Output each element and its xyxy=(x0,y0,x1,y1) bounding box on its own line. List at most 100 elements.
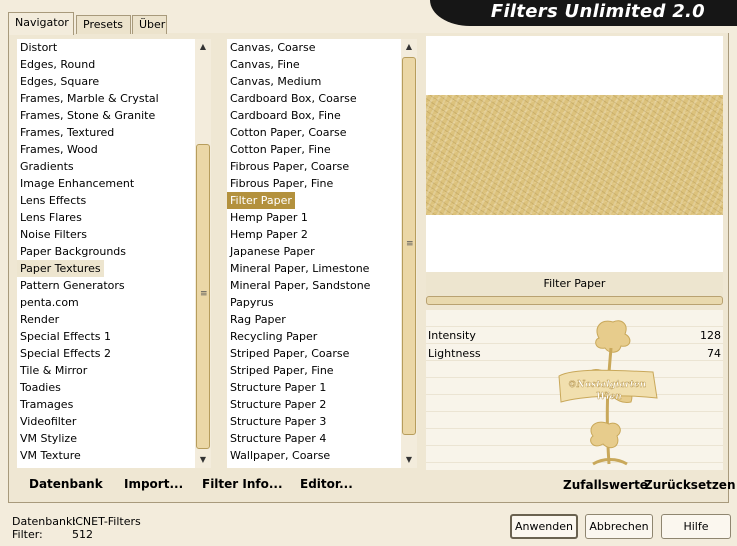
category-item[interactable]: Pattern Generators xyxy=(17,277,128,294)
filter-item[interactable]: Structure Paper 3 xyxy=(227,413,373,430)
category-item[interactable]: Lens Flares xyxy=(17,209,85,226)
texture-preview xyxy=(426,95,723,215)
tab-presets-label: Presets xyxy=(83,18,124,31)
category-item[interactable]: Special Effects 2 xyxy=(17,345,114,362)
filter-item[interactable]: Hemp Paper 1 xyxy=(227,209,373,226)
filter-item[interactable]: Canvas, Fine xyxy=(227,56,373,73)
status-filter-label: Filter: xyxy=(12,528,43,541)
filter-item[interactable]: Fibrous Paper, Fine xyxy=(227,175,373,192)
scroll-down-arrow-icon[interactable]: ▼ xyxy=(401,452,417,468)
datenbank-button[interactable]: Datenbank xyxy=(29,477,103,491)
import-label: Import... xyxy=(124,477,184,491)
current-filter-name: Filter Paper xyxy=(543,277,606,290)
filter-item[interactable]: Cotton Paper, Coarse xyxy=(227,124,373,141)
zuruecksetzen-label: Zurücksetzen xyxy=(644,478,736,492)
category-item[interactable]: VM Texture xyxy=(17,447,84,464)
category-item[interactable]: Frames, Wood xyxy=(17,141,101,158)
hilfe-button[interactable]: Hilfe xyxy=(661,514,731,539)
category-item[interactable]: Paper Backgrounds xyxy=(17,243,129,260)
category-item[interactable]: Lens Effects xyxy=(17,192,89,209)
category-item[interactable]: Frames, Stone & Granite xyxy=(17,107,158,124)
zufallswerte-label: Zufallswerte xyxy=(563,478,648,492)
category-item[interactable]: Special Effects 1 xyxy=(17,328,114,345)
filter-list[interactable]: Canvas, Coarse Canvas, Fine Canvas, Medium… xyxy=(227,39,401,468)
preview-area xyxy=(426,36,723,272)
tab-ueber[interactable]: Über xyxy=(132,15,167,34)
zuruecksetzen-button[interactable]: Zurücksetzen xyxy=(644,478,735,492)
category-item[interactable]: Render xyxy=(17,311,62,328)
preview-slider[interactable] xyxy=(426,296,723,305)
filter-item[interactable]: Filter Paper xyxy=(227,192,295,209)
category-item[interactable]: penta.com xyxy=(17,294,82,311)
filter-item[interactable]: Structure Paper 4 xyxy=(227,430,373,447)
tab-navigator-label: Navigator xyxy=(15,16,69,29)
category-item[interactable]: Frames, Marble & Crystal xyxy=(17,90,162,107)
grip-icon: ≡ xyxy=(200,289,208,299)
filter-item[interactable]: Canvas, Coarse xyxy=(227,39,373,56)
filter-item[interactable]: Striped Paper, Coarse xyxy=(227,345,373,362)
filter-item[interactable]: Cardboard Box, Coarse xyxy=(227,90,373,107)
watermark-logo: ©Nostalgiarten Wien xyxy=(558,320,658,466)
category-item[interactable]: Tile & Mirror xyxy=(17,362,90,379)
scroll-down-arrow-icon[interactable]: ▼ xyxy=(195,452,211,468)
category-scrollbar[interactable]: ▲ ≡ ▼ xyxy=(195,39,211,468)
category-item[interactable]: Image Enhancement xyxy=(17,175,137,192)
filter-item[interactable]: Recycling Paper xyxy=(227,328,373,345)
filter-item[interactable]: Canvas, Medium xyxy=(227,73,373,90)
category-item[interactable]: VM Stylize xyxy=(17,430,80,447)
status-datenbank-label: Datenbank: xyxy=(12,515,77,528)
editor-button[interactable]: Editor... xyxy=(300,477,353,491)
scroll-up-arrow-icon[interactable]: ▲ xyxy=(401,39,417,55)
watermark-line1: ©Nostalgiarten xyxy=(568,380,646,390)
category-item[interactable]: Edges, Round xyxy=(17,56,98,73)
title-banner: Filters Unlimited 2.0 xyxy=(430,0,737,26)
param-lightness-value: 74 xyxy=(707,347,721,360)
filter-item[interactable]: Fibrous Paper, Coarse xyxy=(227,158,373,175)
category-item[interactable]: Frames, Textured xyxy=(17,124,117,141)
filter-scroll-thumb[interactable]: ≡ xyxy=(402,57,416,435)
category-item[interactable]: Edges, Square xyxy=(17,73,102,90)
filter-item[interactable]: Hemp Paper 2 xyxy=(227,226,373,243)
filter-info-label: Filter Info... xyxy=(202,477,283,491)
filter-item[interactable]: Structure Paper 2 xyxy=(227,396,373,413)
filter-item[interactable]: Wallpaper, Coarse xyxy=(227,447,373,464)
filter-item[interactable]: Cotton Paper, Fine xyxy=(227,141,373,158)
filter-item[interactable]: Mineral Paper, Sandstone xyxy=(227,277,373,294)
zufallswerte-button[interactable]: Zufallswerte xyxy=(563,478,648,492)
category-item[interactable]: Videofilter xyxy=(17,413,79,430)
anwenden-label: Anwenden xyxy=(515,520,573,533)
abbrechen-label: Abbrechen xyxy=(589,520,649,533)
category-item[interactable]: Tramages xyxy=(17,396,76,413)
scroll-up-arrow-icon[interactable]: ▲ xyxy=(195,39,211,55)
status-datenbank-value: ICNET-Filters xyxy=(72,515,141,528)
import-button[interactable]: Import... xyxy=(124,477,183,491)
status-filter-value: 512 xyxy=(72,528,93,541)
app-title: Filters Unlimited 2.0 xyxy=(490,1,705,22)
category-scroll-thumb[interactable]: ≡ xyxy=(196,144,210,449)
anwenden-button[interactable]: Anwenden xyxy=(510,514,578,539)
filter-item[interactable]: Mineral Paper, Limestone xyxy=(227,260,373,277)
filter-item[interactable]: Structure Paper 1 xyxy=(227,379,373,396)
category-item[interactable]: Distort xyxy=(17,39,60,56)
filter-item[interactable]: Japanese Paper xyxy=(227,243,373,260)
filter-item[interactable]: Cardboard Box, Fine xyxy=(227,107,373,124)
filter-info-button[interactable]: Filter Info... xyxy=(202,477,283,491)
filter-item[interactable]: Striped Paper, Fine xyxy=(227,362,373,379)
category-item[interactable]: Noise Filters xyxy=(17,226,90,243)
status-filter: Filter: 512 xyxy=(12,528,93,541)
filter-name-bar: Filter Paper xyxy=(426,272,723,296)
abbrechen-button[interactable]: Abbrechen xyxy=(585,514,653,539)
category-list[interactable]: Distort Edges, Round Edges, Square Frames, … xyxy=(17,39,195,468)
param-lightness-label: Lightness xyxy=(428,347,481,360)
filter-item[interactable]: Rag Paper xyxy=(227,311,373,328)
status-datenbank: Datenbank: ICNET-Filters xyxy=(12,515,141,528)
hilfe-label: Hilfe xyxy=(683,520,709,533)
tab-presets[interactable]: Presets xyxy=(76,15,131,34)
category-item[interactable]: Toadies xyxy=(17,379,64,396)
watermark-line2: Wien xyxy=(596,392,622,402)
category-item[interactable]: Gradients xyxy=(17,158,77,175)
filter-item[interactable]: Papyrus xyxy=(227,294,373,311)
filter-scrollbar[interactable]: ▲ ≡ ▼ xyxy=(401,39,417,468)
category-item[interactable]: Paper Textures xyxy=(17,260,104,277)
tab-navigator[interactable]: Navigator xyxy=(8,12,74,35)
